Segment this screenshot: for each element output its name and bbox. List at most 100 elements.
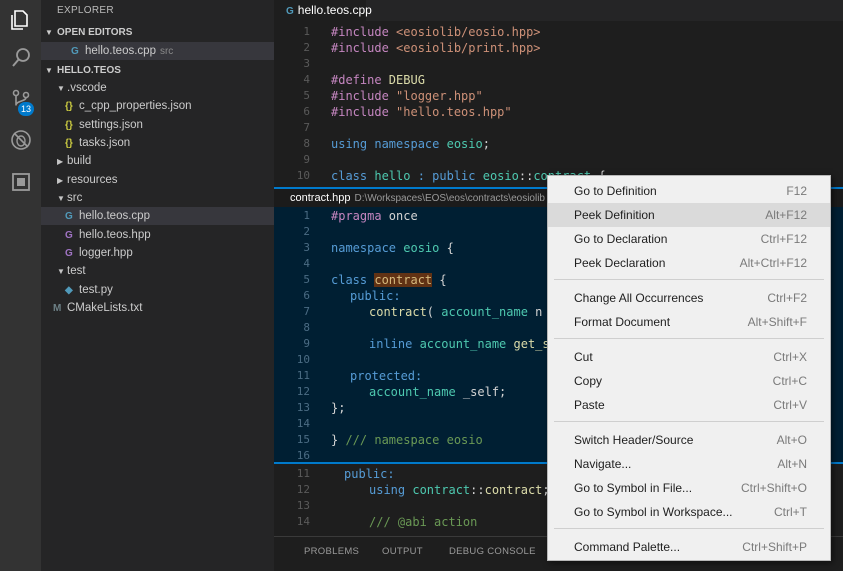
line-number: 8 [303, 137, 310, 150]
code-editor[interactable]: 1 #include <eosiolib/eosio.hpp> 2 #include… [274, 21, 843, 186]
peek-file-path: D:\Workspaces\EOS\eos\contracts\eosiolib [354, 193, 545, 204]
code-token: using namespace [331, 137, 447, 151]
menu-item-navigate[interactable]: Navigate... Alt+N [548, 452, 830, 476]
tab-hello-teos-cpp[interactable]: Ghello.teos.cpp [274, 0, 372, 21]
search-icon[interactable] [0, 38, 41, 78]
json-file-icon: {} [65, 138, 73, 149]
line-number: 12 [296, 385, 310, 398]
tree-file[interactable]: ◆ test.py [41, 281, 274, 299]
menu-separator [554, 338, 824, 339]
tree-file[interactable]: {} c_cpp_properties.json [41, 97, 274, 115]
sidebar-title: EXPLORER [57, 5, 114, 16]
line-number: 11 [296, 369, 310, 382]
line-number: 2 [303, 41, 310, 54]
tree-file[interactable]: Glogger.hpp [41, 244, 274, 262]
chevron-down-icon: ▼ [45, 66, 53, 75]
menu-item-peek-declaration[interactable]: Peek Declaration Alt+Ctrl+F12 [548, 251, 830, 275]
code-token: public: [344, 467, 395, 481]
line-number: 1 [303, 209, 310, 222]
chevron-right-icon: ▶ [57, 176, 64, 185]
line-number: 5 [303, 89, 310, 102]
code-token: <eosiolib/print.hpp> [396, 41, 541, 55]
menu-separator [554, 528, 824, 529]
code-token: :: [518, 169, 534, 183]
code-token: account_name [419, 337, 507, 351]
code-token: namespace [331, 241, 404, 255]
menu-item-go-to-symbol-in-workspace[interactable]: Go to Symbol in Workspace... Ctrl+T [548, 500, 830, 524]
peek-file-name[interactable]: contract.hpp [290, 192, 351, 204]
code-token: contract [369, 305, 427, 319]
open-editor-item[interactable]: Ghello.teos.cpp src [41, 42, 274, 60]
cmake-file-icon: M [53, 303, 62, 314]
tree-folder-src[interactable]: ▼ src [41, 189, 274, 207]
project-header[interactable]: ▼ HELLO.TEOS [41, 62, 274, 80]
tree-folder-build[interactable]: ▶ build [41, 152, 274, 170]
tree-file[interactable]: {} tasks.json [41, 134, 274, 152]
code-token: _self; [455, 385, 507, 399]
code-token: "hello.teos.hpp" [396, 105, 512, 119]
line-number: 12 [296, 483, 310, 496]
menu-item-peek-definition[interactable]: Peek Definition Alt+F12 [548, 203, 830, 227]
json-file-icon: {} [65, 120, 73, 131]
cpp-file-icon: G [286, 6, 294, 17]
tree-file[interactable]: M CMakeLists.txt [41, 299, 274, 317]
code-token: :: [470, 483, 485, 497]
line-number: 4 [303, 257, 310, 270]
menu-separator [554, 421, 824, 422]
menu-item-switch-header-source[interactable]: Switch Header/Source Alt+O [548, 428, 830, 452]
menu-item-go-to-symbol-in-file[interactable]: Go to Symbol in File... Ctrl+Shift+O [548, 476, 830, 500]
tree-folder-resources[interactable]: ▶ resources [41, 171, 274, 189]
code-token: #define [331, 73, 389, 87]
cpp-file-icon: G [71, 46, 79, 57]
code-token: #include [331, 25, 397, 39]
menu-item-change-all-occurrences[interactable]: Change All Occurrences Ctrl+F2 [548, 286, 830, 310]
code-token: class [331, 273, 375, 287]
code-token: account_name [369, 385, 456, 399]
line-number: 4 [303, 73, 310, 86]
tab-output[interactable]: OUTPUT [382, 546, 423, 557]
menu-item-go-to-declaration[interactable]: Go to Declaration Ctrl+F12 [548, 227, 830, 251]
code-token: class [331, 169, 375, 183]
explorer-icon[interactable] [0, 0, 41, 40]
line-number: 9 [303, 337, 310, 350]
code-token: protected: [350, 369, 423, 383]
code-token: account_name [441, 305, 528, 319]
code-token: hello [374, 169, 411, 183]
chevron-down-icon: ▼ [57, 267, 65, 276]
menu-item-copy[interactable]: Copy Ctrl+C [548, 369, 830, 393]
chevron-down-icon: ▼ [57, 194, 65, 203]
open-editors-header[interactable]: ▼ OPEN EDITORS [41, 24, 274, 42]
tab-problems[interactable]: PROBLEMS [304, 546, 359, 557]
tree-file[interactable]: Ghello.teos.cpp [41, 207, 274, 225]
line-number: 14 [296, 515, 310, 528]
debug-icon[interactable] [0, 120, 41, 160]
tree-file[interactable]: Ghello.teos.hpp [41, 226, 274, 244]
code-token: ( [426, 305, 442, 319]
tree-folder-vscode[interactable]: ▼ .vscode [41, 79, 274, 97]
code-token: "logger.hpp" [396, 89, 483, 103]
line-number: 15 [296, 433, 310, 446]
menu-item-cut[interactable]: Cut Ctrl+X [548, 345, 830, 369]
python-file-icon: ◆ [65, 285, 73, 296]
source-control-badge: 13 [18, 102, 35, 116]
menu-item-go-to-definition[interactable]: Go to Definition F12 [548, 179, 830, 203]
code-token: }; [331, 401, 346, 415]
menu-item-format-document[interactable]: Format Document Alt+Shift+F [548, 310, 830, 334]
source-control-icon[interactable]: 13 [0, 80, 41, 120]
line-number: 16 [296, 449, 310, 462]
line-number: 6 [303, 289, 310, 302]
chevron-down-icon: ▼ [45, 28, 53, 37]
editor-tab-bar: Ghello.teos.cpp [274, 0, 843, 21]
line-number: 14 [296, 417, 310, 430]
menu-item-command-palette[interactable]: Command Palette... Ctrl+Shift+P [548, 535, 830, 559]
menu-item-paste[interactable]: Paste Ctrl+V [548, 393, 830, 417]
code-token: inline [369, 337, 420, 351]
chevron-down-icon: ▼ [57, 84, 65, 93]
code-token: { [439, 241, 454, 255]
tab-debug-console[interactable]: DEBUG CONSOLE [449, 546, 536, 557]
tree-file[interactable]: {} settings.json [41, 116, 274, 134]
explorer-sidebar: EXPLORER ▼ OPEN EDITORS Ghello.teos.cpp sr… [41, 0, 274, 571]
line-number: 5 [303, 273, 310, 286]
extensions-icon[interactable] [0, 162, 41, 202]
tree-folder-test[interactable]: ▼ test [41, 262, 274, 280]
